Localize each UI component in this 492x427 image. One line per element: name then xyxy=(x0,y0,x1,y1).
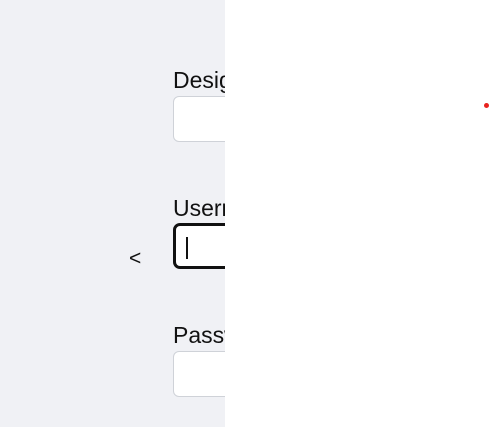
designation-input[interactable] xyxy=(173,96,225,142)
designation-label: Designation xyxy=(173,67,225,93)
login-window: < Designation Username Password xyxy=(0,0,492,427)
username-label: Username xyxy=(173,195,225,221)
login-form-panel: < Designation Username Password xyxy=(0,0,225,427)
username-input[interactable] xyxy=(173,223,225,269)
content-panel xyxy=(225,0,492,427)
text-caret xyxy=(186,237,188,259)
back-chevron-icon[interactable]: < xyxy=(129,248,141,269)
status-dot-icon xyxy=(484,103,489,108)
password-label: Password xyxy=(173,322,225,348)
password-input[interactable] xyxy=(173,351,225,397)
